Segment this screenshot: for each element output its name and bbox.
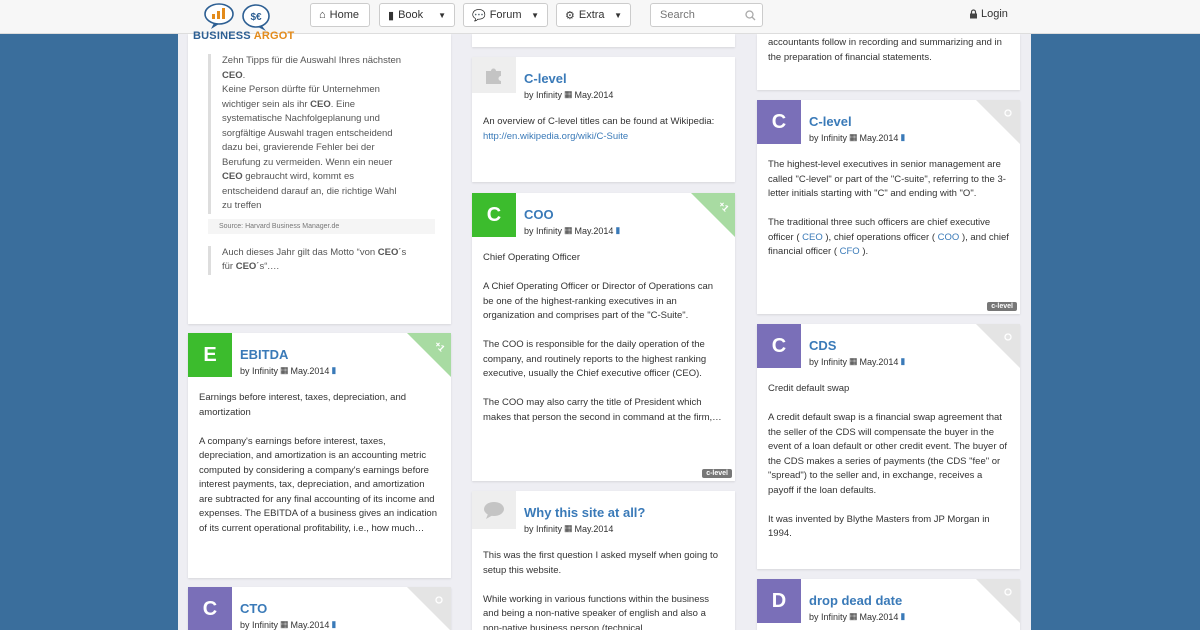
vote-ribbon-icon[interactable] [976,100,1020,144]
article-meta: by Infinity ▦ May.2014 ▮ [809,132,906,143]
article-body: Chief Operating Officer A Chief Operatin… [483,252,722,423]
article-title[interactable]: drop dead date [809,593,902,608]
article-card-cto[interactable]: C CTO by Infinity ▦ May.2014 ▮ [188,587,451,630]
calendar-icon: ▦ [564,225,573,235]
book-icon[interactable]: ▮ [900,132,905,143]
article-title[interactable]: C-level [809,114,852,129]
wikipedia-link[interactable]: http://en.wikipedia.org/wiki/C-Suite [483,131,628,142]
letter-badge: C [757,324,801,368]
quote-block: Zehn Tipps für die Auswahl Ihres nächste… [208,54,435,275]
tag-label[interactable]: c-level [987,302,1017,311]
article-body: Credit default swap A credit default swa… [768,383,1008,539]
article-title[interactable]: C-level [524,71,567,86]
ceo-link[interactable]: CEO [802,232,823,243]
article-meta: by Infinity ▦ May.2014 ▮ [809,611,906,622]
calendar-icon: ▦ [849,356,858,366]
article-meta: by Infinity ▦ May.2014 [524,523,614,534]
quote-source: Source: Harvard Business Manager.de [208,218,435,234]
gear-icon: ⚙ [565,9,575,22]
vote-ribbon-icon[interactable] [976,579,1020,623]
article-meta: by Infinity ▦ May.2014 ▮ [240,365,337,376]
article-card-fragment: accountants follow in recording and summ… [757,34,1020,90]
login-link[interactable]: Login [969,8,1008,20]
article-meta: by Infinity ▦ May.2014 ▮ [809,356,906,367]
svg-text:$€: $€ [250,12,262,23]
quote-card: Zehn Tipps für die Auswahl Ihres nächste… [188,34,451,324]
article-meta: by Infinity ▦ May.2014 ▮ [240,619,337,630]
book-icon: ▮ [388,9,395,22]
coo-link[interactable]: COO [938,232,960,243]
card-fragment [472,34,735,47]
article-card-coo[interactable]: C +1 COO by Infinity ▦ May.2014 ▮ Chief … [472,193,735,481]
article-body: The highest-level executives in senior m… [768,159,1009,257]
article-title[interactable]: Why this site at all? [524,505,645,520]
top-navbar: $€ BUSINESS ARGOT ⌂ Home ▮ Book ▼ 💬 Foru… [0,0,1200,42]
article-card-why[interactable]: Why this site at all? by Infinity ▦ May.… [472,491,735,630]
article-body: accountants follow in recording and summ… [768,37,1002,63]
article-title[interactable]: EBITDA [240,347,288,362]
nav-home-button[interactable]: ⌂ Home [310,3,370,27]
quote-text-2: Auch dieses Jahr gilt das Motto “von CEO… [208,245,435,275]
article-body: An overview of C-level titles can be fou… [483,116,715,142]
article-title[interactable]: CTO [240,601,267,616]
article-title[interactable]: COO [524,207,554,222]
nav-book-button[interactable]: ▮ Book ▼ [379,3,455,27]
chevron-down-icon: ▼ [438,10,446,20]
lock-icon [970,9,977,19]
vote-ribbon-icon[interactable]: +1 [407,333,451,377]
calendar-icon: ▦ [280,365,289,375]
vote-ribbon-icon[interactable]: +1 [691,193,735,237]
calendar-icon: ▦ [564,89,573,99]
calendar-icon: ▦ [849,132,858,142]
book-icon[interactable]: ▮ [900,611,905,622]
comments-icon: 💬 [472,9,486,22]
article-meta: by Infinity ▦ May.2014 [524,89,614,100]
cfo-link[interactable]: CFO [840,246,860,257]
vote-ribbon-icon[interactable] [407,587,451,630]
chevron-down-icon: ▼ [531,10,539,20]
search-box [650,3,763,27]
book-icon[interactable]: ▮ [331,365,336,376]
brand-name[interactable]: BUSINESS ARGOT [193,30,294,42]
letter-badge: C [757,100,801,144]
letter-badge: C [188,587,232,630]
letter-badge: C [472,193,516,237]
article-card-clevel-2[interactable]: C C-level by Infinity ▦ May.2014 ▮ The h… [757,100,1020,314]
nav-extra-button[interactable]: ⚙ Extra ▼ [556,3,631,27]
letter-badge: D [757,579,801,623]
calendar-icon: ▦ [849,611,858,621]
book-icon[interactable]: ▮ [615,225,620,236]
vote-ribbon-icon[interactable] [976,324,1020,368]
book-icon[interactable]: ▮ [900,356,905,367]
search-input[interactable] [660,9,740,21]
puzzle-icon [472,57,516,93]
comment-icon [472,491,516,529]
article-meta: by Infinity ▦ May.2014 ▮ [524,225,621,236]
article-body: Earnings before interest, taxes, depreci… [199,392,437,534]
home-icon: ⌂ [319,9,326,21]
calendar-icon: ▦ [564,523,573,533]
article-card-ebitda[interactable]: E +1 EBITDA by Infinity ▦ May.2014 ▮ Ear… [188,333,451,578]
article-card-cds[interactable]: C CDS by Infinity ▦ May.2014 ▮ Credit de… [757,324,1020,569]
tag-label[interactable]: c-level [702,469,732,478]
letter-badge: E [188,333,232,377]
book-icon[interactable]: ▮ [331,619,336,630]
quote-text: Zehn Tipps für die Auswahl Ihres nächste… [208,54,435,214]
chevron-down-icon: ▼ [614,10,622,20]
article-title[interactable]: CDS [809,338,836,353]
search-icon[interactable] [745,10,756,21]
article-card-clevel[interactable]: C-level by Infinity ▦ May.2014 An overvi… [472,57,735,182]
article-body: This was the first question I asked myse… [483,550,718,630]
calendar-icon: ▦ [280,619,289,629]
nav-forum-button[interactable]: 💬 Forum ▼ [463,3,548,27]
article-card-drop-dead-date[interactable]: D drop dead date by Infinity ▦ May.2014 … [757,579,1020,630]
